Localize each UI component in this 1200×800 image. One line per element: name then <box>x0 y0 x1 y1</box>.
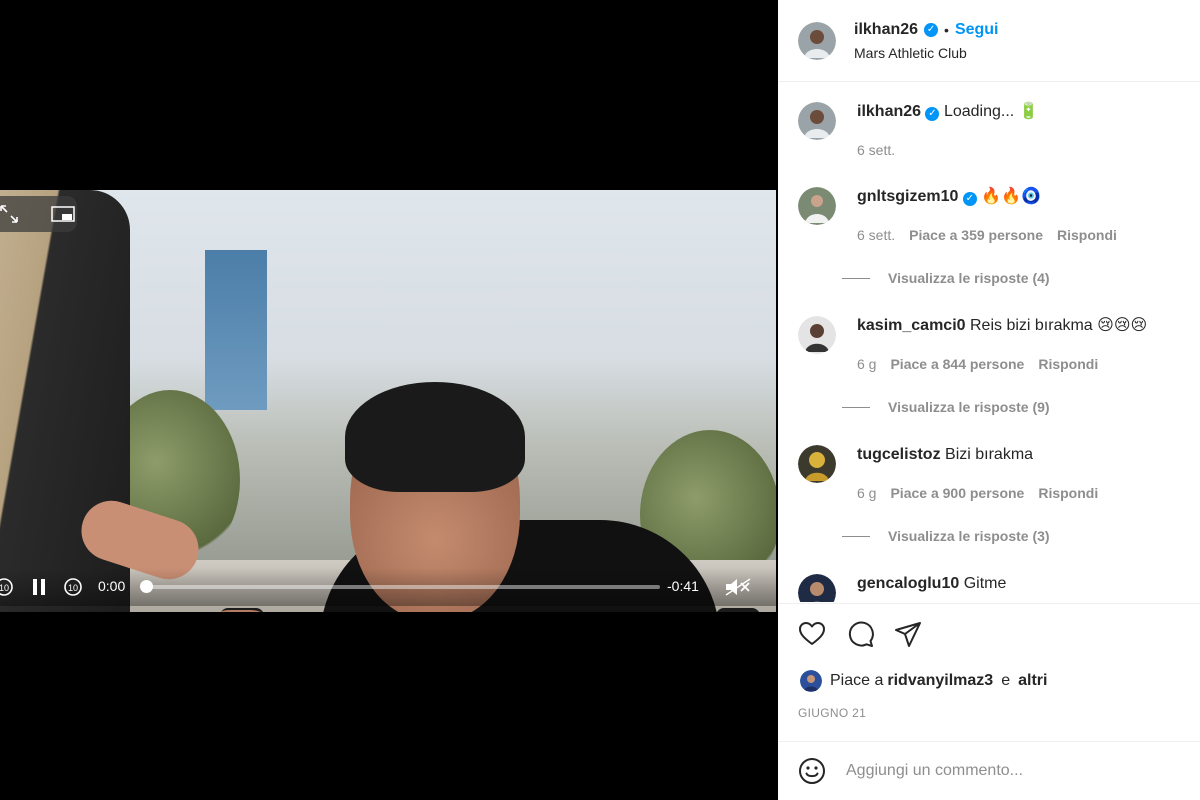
likes-prefix: Piace a <box>830 672 884 689</box>
header-username[interactable]: ilkhan26 <box>854 21 918 39</box>
sled-handle-right <box>716 608 760 612</box>
video-controls: 10 10 0:00 -0:41 <box>0 568 776 606</box>
view-replies-label: Visualizza le risposte (4) <box>888 270 1050 286</box>
likes-user-link[interactable]: ridvanyilmaz3 <box>887 672 993 690</box>
caption-text: Loading... 🔋 <box>943 103 1039 120</box>
header-location[interactable]: Mars Athletic Club <box>854 45 999 61</box>
avatar[interactable] <box>798 187 836 225</box>
comment-text: Gitme <box>963 575 1007 592</box>
video-remaining-time: -0:41 <box>667 578 699 594</box>
video-progress-track[interactable] <box>146 585 660 589</box>
avatar[interactable] <box>800 670 822 692</box>
pause-icon[interactable] <box>32 579 46 595</box>
view-replies-button[interactable]: Visualizza le risposte (4) <box>842 270 1050 286</box>
video-top-controls <box>0 196 77 232</box>
comment-username[interactable]: gnltsgizem10 <box>857 188 958 205</box>
likes-summary: Piace a ridvanyilmaz3 e altri <box>778 670 1200 692</box>
avatar[interactable] <box>798 445 836 483</box>
comment-input[interactable] <box>846 762 1176 780</box>
avatar[interactable] <box>798 574 836 602</box>
view-replies-label: Visualizza le risposte (9) <box>888 399 1050 415</box>
svg-text:10: 10 <box>0 583 9 593</box>
comment-likes[interactable]: Piace a 844 persone <box>890 354 1024 374</box>
comment-username[interactable]: kasim_camci0 <box>857 317 966 334</box>
post-actions: Piace a ridvanyilmaz3 e altri GIUGNO 21 <box>778 603 1200 720</box>
likes-others-link[interactable]: altri <box>1018 672 1047 690</box>
comment-item: tugcelistoz Bizi bırakma 6 g Piace a 900… <box>798 445 1190 503</box>
expand-icon[interactable] <box>0 205 18 223</box>
video-current-time: 0:00 <box>98 578 126 594</box>
post-side-panel: ilkhan26 ✓ • Segui Mars Athletic Club il… <box>778 0 1200 800</box>
rewind-10-icon[interactable]: 10 <box>0 577 14 597</box>
caption: ilkhan26 ✓ Loading... 🔋 6 sett. <box>798 102 1190 160</box>
replies-divider <box>842 277 870 279</box>
comment-username[interactable]: gencaloglu10 <box>857 575 959 592</box>
svg-text:10: 10 <box>68 583 78 593</box>
comments-list: ilkhan26 ✓ Loading... 🔋 6 sett. gnltsgiz… <box>778 82 1200 602</box>
post-header: ilkhan26 ✓ • Segui Mars Athletic Club <box>778 0 1200 82</box>
caption-username[interactable]: ilkhan26 <box>857 103 921 120</box>
comment-item: gencaloglu10 Gitme <box>798 574 1190 602</box>
volume-muted-icon[interactable] <box>724 577 752 597</box>
post-media: 10 10 0:00 -0:41 <box>0 0 778 800</box>
view-replies-button[interactable]: Visualizza le risposte (9) <box>842 399 1050 415</box>
comment-item: gnltsgizem10 ✓ 🔥🔥🧿 6 sett. Piace a 359 p… <box>798 187 1190 245</box>
comment-time[interactable]: 6 g <box>857 483 876 503</box>
video-progress-thumb[interactable] <box>140 580 153 593</box>
comment-likes[interactable]: Piace a 900 persone <box>890 483 1024 503</box>
picture-in-picture-icon[interactable] <box>51 206 75 222</box>
comment-text: Bizi bırakma <box>945 446 1034 463</box>
comment-time[interactable]: 6 g <box>857 354 876 374</box>
athlete-hair <box>345 382 525 492</box>
avatar[interactable] <box>798 21 836 60</box>
comment-username[interactable]: tugcelistoz <box>857 446 941 463</box>
comment-icon[interactable] <box>846 620 874 648</box>
add-comment-bar <box>778 741 1200 800</box>
replies-divider <box>842 406 870 408</box>
comment-time[interactable]: 6 sett. <box>857 225 895 245</box>
comment-item: kasim_camci0 Reis bizi bırakma 😢😢😢 6 g P… <box>798 316 1190 374</box>
heart-icon[interactable] <box>798 620 826 648</box>
comment-likes[interactable]: Piace a 359 persone <box>909 225 1043 245</box>
comment-text: 🔥🔥🧿 <box>981 188 1042 205</box>
follow-button[interactable]: Segui <box>955 21 999 39</box>
share-icon[interactable] <box>894 620 922 648</box>
post-date[interactable]: GIUGNO 21 <box>778 706 1200 720</box>
comment-text: Reis bizi bırakma 😢😢😢 <box>969 317 1148 334</box>
reply-button[interactable]: Rispondi <box>1038 483 1098 503</box>
view-replies-button[interactable]: Visualizza le risposte (3) <box>842 528 1050 544</box>
view-replies-label: Visualizza le risposte (3) <box>888 528 1050 544</box>
verified-badge-icon: ✓ <box>925 107 940 121</box>
avatar[interactable] <box>798 102 836 140</box>
avatar[interactable] <box>798 316 836 354</box>
reply-button[interactable]: Rispondi <box>1038 354 1098 374</box>
reply-button[interactable]: Rispondi <box>1057 225 1117 245</box>
likes-conjunction: e <box>1001 672 1011 689</box>
verified-badge-icon: ✓ <box>924 22 939 37</box>
replies-divider <box>842 535 870 537</box>
video-player[interactable] <box>0 190 776 612</box>
header-separator: • <box>944 21 949 38</box>
background-building <box>205 250 267 410</box>
emoji-icon[interactable] <box>798 757 826 785</box>
verified-badge-icon: ✓ <box>962 192 977 206</box>
caption-time[interactable]: 6 sett. <box>857 140 895 160</box>
forward-10-icon[interactable]: 10 <box>63 577 83 597</box>
